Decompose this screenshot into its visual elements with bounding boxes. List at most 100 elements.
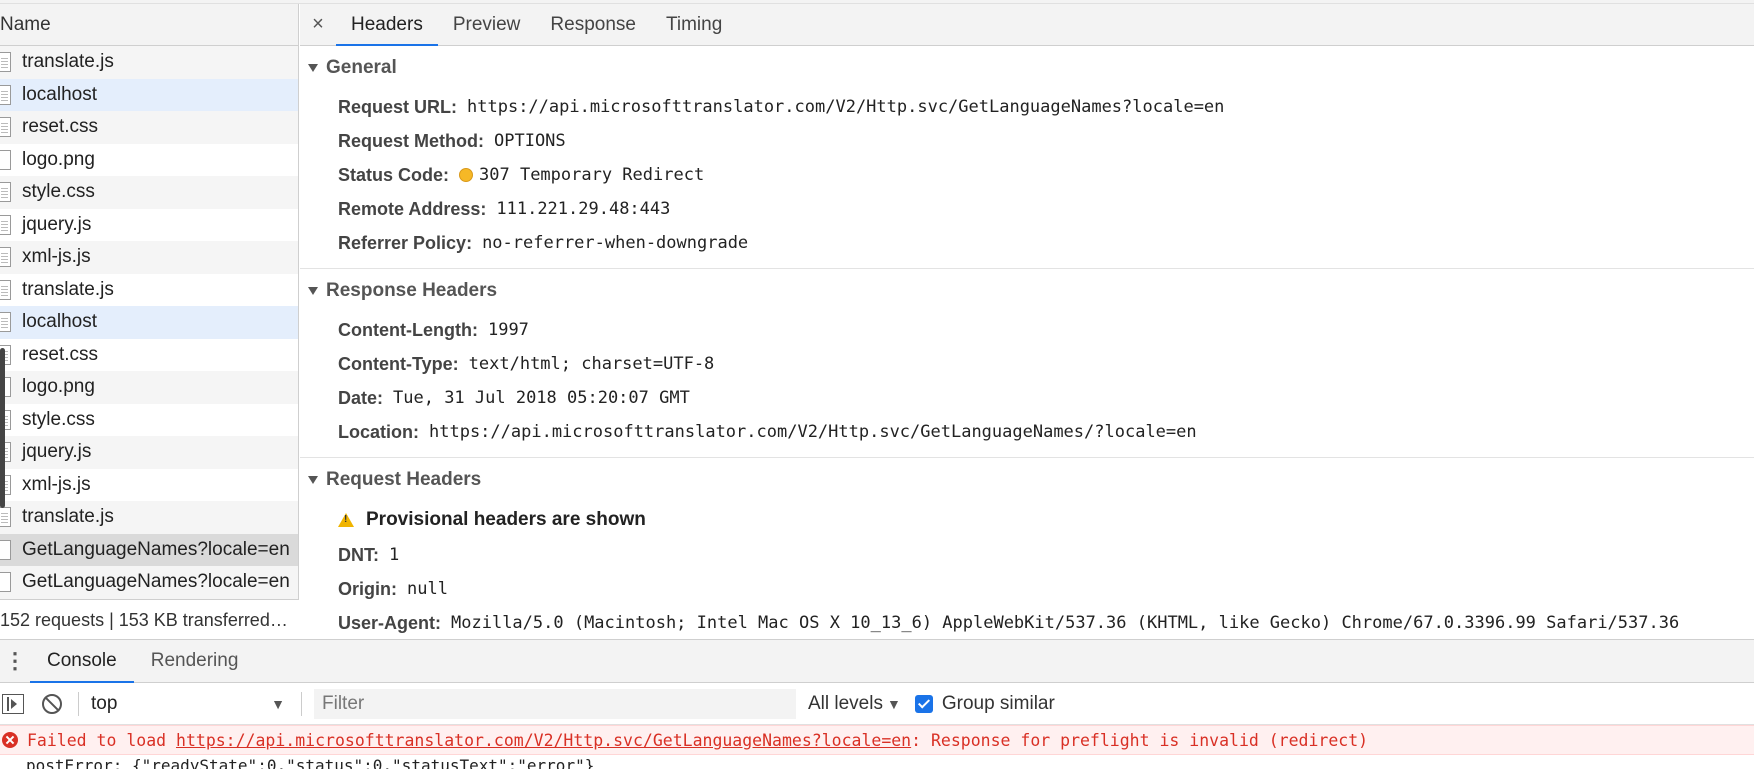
request-row[interactable]: localhost bbox=[0, 306, 298, 339]
log-levels-dropdown[interactable]: All levels ▼ bbox=[808, 693, 901, 715]
content-length-row: Content-Length: 1997 bbox=[300, 313, 1754, 347]
request-name: localhost bbox=[22, 83, 97, 105]
request-name: translate.js bbox=[22, 278, 114, 300]
remote-address-row: Remote Address: 111.221.29.48:443 bbox=[300, 192, 1754, 226]
close-icon[interactable]: × bbox=[300, 4, 336, 45]
request-headers-section: Request Headers Provisional headers are … bbox=[300, 458, 1754, 648]
name-column-header[interactable]: Name bbox=[0, 4, 298, 46]
request-row[interactable]: localhost bbox=[0, 78, 298, 111]
dropdown-caret-icon: ▼ bbox=[271, 695, 285, 712]
request-name: style.css bbox=[22, 181, 95, 203]
expand-triangle-icon bbox=[308, 476, 318, 484]
console-error-message: Failed to load https://api.microsofttran… bbox=[0, 725, 1754, 755]
show-sidebar-icon[interactable] bbox=[2, 693, 24, 714]
request-row[interactable]: logo.png bbox=[0, 371, 298, 404]
request-details-panel: × Headers Preview Response Timing Genera… bbox=[300, 4, 1754, 639]
tab-preview[interactable]: Preview bbox=[438, 4, 536, 45]
dropdown-caret-icon: ▼ bbox=[886, 695, 901, 712]
general-section: General Request URL: https://api.microso… bbox=[300, 46, 1754, 269]
blank-file-icon bbox=[0, 539, 11, 560]
date-row: Date: Tue, 31 Jul 2018 05:20:07 GMT bbox=[300, 381, 1754, 415]
request-name: localhost bbox=[22, 311, 97, 333]
request-headers-toggle[interactable]: Request Headers bbox=[300, 458, 1754, 502]
header-value: text/html; charset=UTF-8 bbox=[468, 354, 715, 374]
more-tools-icon[interactable]: ⋮ bbox=[0, 640, 30, 682]
expand-triangle-icon bbox=[308, 287, 318, 295]
file-icon bbox=[0, 84, 11, 105]
file-icon bbox=[0, 52, 11, 73]
request-row[interactable]: xml-js.js bbox=[0, 468, 298, 501]
request-row[interactable]: GetLanguageNames?locale=en bbox=[0, 566, 298, 599]
error-prefix: Failed to load bbox=[27, 730, 177, 750]
request-row[interactable]: translate.js bbox=[0, 273, 298, 306]
error-icon bbox=[2, 732, 18, 748]
tab-headers[interactable]: Headers bbox=[336, 4, 438, 46]
request-name: translate.js bbox=[22, 51, 114, 73]
clear-console-icon[interactable] bbox=[42, 693, 62, 714]
header-key: Referrer Policy: bbox=[338, 232, 473, 253]
file-icon bbox=[0, 182, 11, 203]
header-key: Content-Length: bbox=[338, 319, 478, 340]
section-title: Request Headers bbox=[326, 469, 482, 490]
response-headers-toggle[interactable]: Response Headers bbox=[300, 269, 1754, 313]
request-rows: translate.js localhost reset.css logo.png st… bbox=[0, 46, 298, 599]
tab-timing[interactable]: Timing bbox=[651, 4, 737, 45]
header-key: User-Agent: bbox=[338, 612, 442, 633]
group-similar-checkbox[interactable]: Group similar bbox=[914, 693, 1055, 715]
tab-console[interactable]: Console bbox=[30, 640, 134, 683]
header-key: DNT: bbox=[338, 544, 379, 565]
request-row[interactable]: reset.css bbox=[0, 111, 298, 144]
header-value: 307 Temporary Redirect bbox=[479, 165, 705, 185]
request-url-row: Request URL: https://api.microsofttransl… bbox=[300, 90, 1754, 124]
request-name: reset.css bbox=[22, 116, 99, 138]
general-section-toggle[interactable]: General bbox=[300, 46, 1754, 90]
status-dot-icon bbox=[459, 168, 474, 182]
request-name: reset.css bbox=[22, 343, 99, 365]
section-title: General bbox=[326, 57, 397, 78]
header-key: Content-Type: bbox=[338, 353, 459, 374]
request-name: translate.js bbox=[22, 506, 114, 528]
warning-text: Provisional headers are shown bbox=[366, 509, 646, 530]
tab-rendering[interactable]: Rendering bbox=[134, 640, 256, 682]
warning-icon bbox=[338, 513, 354, 527]
blank-file-icon bbox=[0, 572, 11, 593]
request-row[interactable]: xml-js.js bbox=[0, 241, 298, 274]
console-filter-input[interactable] bbox=[314, 688, 796, 719]
request-row[interactable]: GetLanguageNames?locale=en bbox=[0, 533, 298, 566]
request-row[interactable]: jquery.js bbox=[0, 436, 298, 469]
request-name: xml-js.js bbox=[22, 246, 91, 268]
header-value: Mozilla/5.0 (Macintosh; Intel Mac OS X 1… bbox=[451, 613, 1680, 633]
request-row[interactable]: translate.js bbox=[0, 46, 298, 79]
request-row[interactable]: logo.png bbox=[0, 143, 298, 176]
request-method-row: Request Method: OPTIONS bbox=[300, 124, 1754, 158]
console-drawer: ⋮ Console Rendering top ▼ All levels ▼ G… bbox=[0, 639, 1754, 770]
content-type-row: Content-Type: text/html; charset=UTF-8 bbox=[300, 347, 1754, 381]
context-value: top bbox=[91, 692, 118, 714]
toolbar-divider bbox=[78, 691, 79, 716]
request-row[interactable]: reset.css bbox=[0, 338, 298, 371]
request-row[interactable]: style.css bbox=[0, 176, 298, 209]
request-row[interactable]: jquery.js bbox=[0, 208, 298, 241]
file-icon bbox=[0, 279, 11, 300]
header-key: Remote Address: bbox=[338, 198, 487, 219]
header-key: Request URL: bbox=[338, 96, 458, 117]
request-row[interactable]: translate.js bbox=[0, 501, 298, 534]
error-url-link[interactable]: https://api.microsofttranslator.com/V2/H… bbox=[176, 731, 911, 750]
header-value: null bbox=[407, 579, 448, 599]
response-headers-section: Response Headers Content-Length: 1997 Co… bbox=[300, 269, 1754, 458]
request-name: jquery.js bbox=[22, 213, 92, 235]
checkbox-checked-icon[interactable] bbox=[914, 694, 933, 713]
scrollbar-thumb[interactable] bbox=[0, 348, 5, 508]
request-row[interactable]: style.css bbox=[0, 403, 298, 436]
network-request-list: Name translate.js localhost reset.css logo.… bbox=[0, 4, 299, 639]
header-value: https://api.microsofttranslator.com/V2/H… bbox=[429, 422, 1197, 442]
dnt-row: DNT: 1 bbox=[300, 538, 1754, 572]
tab-response[interactable]: Response bbox=[535, 4, 651, 45]
request-name: jquery.js bbox=[22, 441, 92, 463]
header-value: 111.221.29.48:443 bbox=[496, 199, 671, 219]
request-name: GetLanguageNames?locale=en bbox=[22, 538, 290, 560]
context-selector[interactable]: top ▼ bbox=[91, 693, 291, 715]
user-agent-row: User-Agent: Mozilla/5.0 (Macintosh; Inte… bbox=[300, 606, 1754, 640]
levels-value: All levels bbox=[808, 692, 883, 714]
header-key: Date: bbox=[338, 387, 384, 408]
